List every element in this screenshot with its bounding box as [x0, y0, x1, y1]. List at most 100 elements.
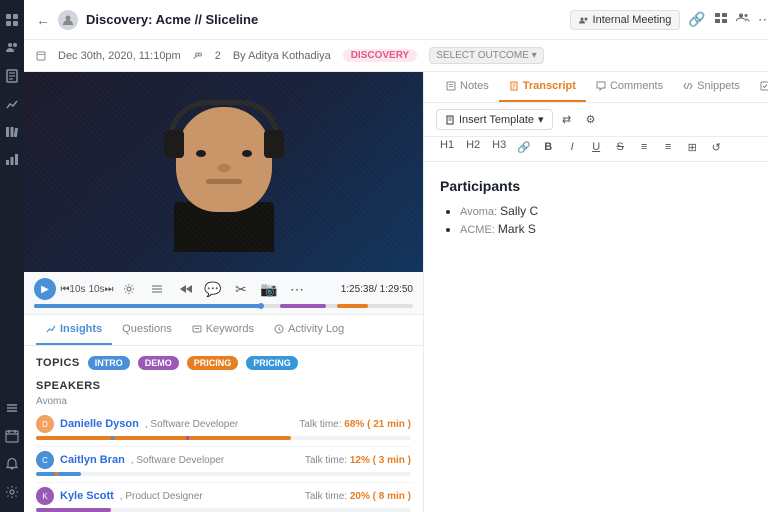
forward-button[interactable]: 10s⏭	[90, 278, 112, 300]
notes-tabs: Notes Transcript Comments Snippets	[424, 72, 768, 103]
metabar: Dec 30th, 2020, 11:10pm 2 By Aditya Koth…	[24, 40, 768, 72]
select-outcome-button[interactable]: SELECT OUTCOME ▾	[429, 47, 543, 64]
sidebar-calendar-icon[interactable]	[0, 424, 24, 448]
tab-questions[interactable]: Questions	[112, 315, 182, 345]
sidebar	[0, 0, 24, 512]
bold-icon[interactable]: B	[538, 137, 558, 157]
camera-button[interactable]: 📷	[258, 278, 280, 300]
link-icon[interactable]: 🔗	[688, 11, 705, 28]
play-button[interactable]: ▶	[34, 278, 56, 300]
speaker-row: C Caitlyn Bran , Software Developer Talk…	[36, 451, 411, 469]
topic-pricing-1[interactable]: PRICING	[187, 356, 239, 370]
notes-toolbar: Insert Template ▾ ⇄ ⚙	[424, 103, 768, 137]
speaker-avatar-2: C	[36, 451, 54, 469]
speaker-name-1[interactable]: Danielle Dyson	[60, 418, 139, 430]
strikethrough-icon[interactable]: S	[610, 137, 630, 157]
h2-button[interactable]: H2	[462, 137, 484, 157]
meeting-avatar	[58, 10, 78, 30]
comment-button[interactable]: 💬	[202, 278, 224, 300]
video-area	[24, 72, 423, 272]
topbar: ← Discovery: Acme // Sliceline Internal …	[24, 0, 768, 40]
sidebar-notes-icon[interactable]	[0, 64, 24, 88]
tab-insights[interactable]: Insights	[36, 315, 112, 345]
tab-transcript[interactable]: Transcript	[499, 72, 586, 102]
topic-demo[interactable]: DEMO	[138, 356, 179, 370]
controls-bar: ▶ ⏮10s 10s⏭ 💬 ✂	[24, 272, 423, 315]
sidebar-home-icon[interactable]	[0, 8, 24, 32]
topbar-action-icons: 🔗 ⋯	[688, 11, 768, 28]
tab-comments[interactable]: Comments	[586, 72, 673, 102]
notes-body: Participants Avoma: Sally C ACME: Mark S	[424, 162, 768, 512]
back10-button[interactable]	[174, 278, 196, 300]
more-ctrl-button[interactable]: ⋯	[286, 278, 308, 300]
insert-template-button[interactable]: Insert Template ▾	[436, 109, 553, 130]
speaker-avatar-1: D	[36, 415, 54, 433]
participant-2: ACME: Mark S	[460, 222, 768, 236]
controls-row: ▶ ⏮10s 10s⏭ 💬 ✂	[34, 278, 413, 300]
sidebar-library-icon[interactable]	[0, 120, 24, 144]
right-panel: Notes Transcript Comments Snippets	[424, 72, 768, 512]
tab-notes[interactable]: Notes	[436, 72, 499, 102]
speaker-bar-1	[36, 436, 411, 440]
speaker-role-2: , Software Developer	[131, 455, 224, 466]
clip-button[interactable]: ✂	[230, 278, 252, 300]
participant-1: Avoma: Sally C	[460, 204, 768, 218]
topic-pricing-2[interactable]: PRICING	[246, 356, 298, 370]
participant-2-org: ACME:	[460, 224, 498, 236]
table-icon[interactable]: ⊞	[682, 137, 702, 157]
participants-list: Avoma: Sally C ACME: Mark S	[440, 204, 768, 236]
tab-snippets[interactable]: Snippets	[673, 72, 750, 102]
main-content: ← Discovery: Acme // Sliceline Internal …	[24, 0, 768, 512]
h1-button[interactable]: H1	[436, 137, 458, 157]
speaker-bar-3	[36, 508, 411, 512]
speakers-section: SPEAKERS Avoma D Danielle Dyson , Softwa…	[36, 380, 411, 512]
back-button[interactable]: ←	[36, 12, 50, 28]
settings-ctrl-icon[interactable]	[118, 278, 140, 300]
meeting-date: Dec 30th, 2020, 11:10pm	[58, 50, 181, 62]
rewind-button[interactable]: ⏮10s	[62, 278, 84, 300]
layout-icon[interactable]	[714, 11, 728, 28]
more-icon[interactable]: ⋯	[758, 11, 768, 28]
tab-scorecards[interactable]: Scorecards	[750, 72, 768, 102]
heading-row: H1 H2 H3 🔗 B I U S ≡ ≡ ⊞ ↺	[424, 137, 768, 162]
h3-button[interactable]: H3	[488, 137, 510, 157]
internal-meeting-button[interactable]: Internal Meeting	[570, 10, 681, 30]
speaker-item: C Caitlyn Bran , Software Developer Talk…	[36, 447, 411, 483]
tab-activity-log[interactable]: Activity Log	[264, 315, 354, 345]
speaker-talktime-1: Talk time: 68% ( 21 min )	[299, 419, 411, 430]
participants-title: Participants	[440, 178, 768, 194]
sidebar-analytics-icon[interactable]	[0, 148, 24, 172]
video-face	[154, 82, 294, 252]
progress-row	[34, 304, 413, 308]
link-format-icon[interactable]: 🔗	[514, 137, 534, 157]
sync-icon[interactable]: ⇄	[557, 110, 577, 130]
ordered-list-icon[interactable]: ≡	[658, 137, 678, 157]
list-ctrl-icon[interactable]	[146, 278, 168, 300]
italic-icon[interactable]: I	[562, 137, 582, 157]
speaker-role-3: , Product Designer	[120, 491, 203, 502]
topic-intro[interactable]: INTRO	[88, 356, 130, 370]
sidebar-list-icon[interactable]	[0, 396, 24, 420]
participant-1-name: Sally C	[500, 204, 538, 218]
sidebar-bell-icon[interactable]	[0, 452, 24, 476]
underline-icon[interactable]: U	[586, 137, 606, 157]
speakers-label: SPEAKERS	[36, 380, 411, 392]
undo-icon[interactable]: ↺	[706, 137, 726, 157]
meeting-author: By Aditya Kothadiya	[233, 50, 331, 62]
speaker-name-3[interactable]: Kyle Scott	[60, 490, 114, 502]
sidebar-meetings-icon[interactable]	[0, 36, 24, 60]
sidebar-insights-icon[interactable]	[0, 92, 24, 116]
progress-bar[interactable]	[34, 304, 413, 308]
filter-icon[interactable]: ⚙	[581, 110, 601, 130]
time-display: 1:25:38/ 1:29:50	[341, 284, 413, 295]
users-icon[interactable]	[736, 11, 750, 28]
video-frame[interactable]	[24, 72, 423, 272]
speaker-group-avoma: Avoma	[36, 396, 411, 407]
unordered-list-icon[interactable]: ≡	[634, 137, 654, 157]
participant-1-org: Avoma:	[460, 206, 500, 218]
discovery-tag: DISCOVERY	[343, 49, 418, 62]
tab-keywords[interactable]: Keywords	[182, 315, 264, 345]
speaker-item: D Danielle Dyson , Software Developer Ta…	[36, 411, 411, 447]
sidebar-settings-icon[interactable]	[0, 480, 24, 504]
speaker-name-2[interactable]: Caitlyn Bran	[60, 454, 125, 466]
